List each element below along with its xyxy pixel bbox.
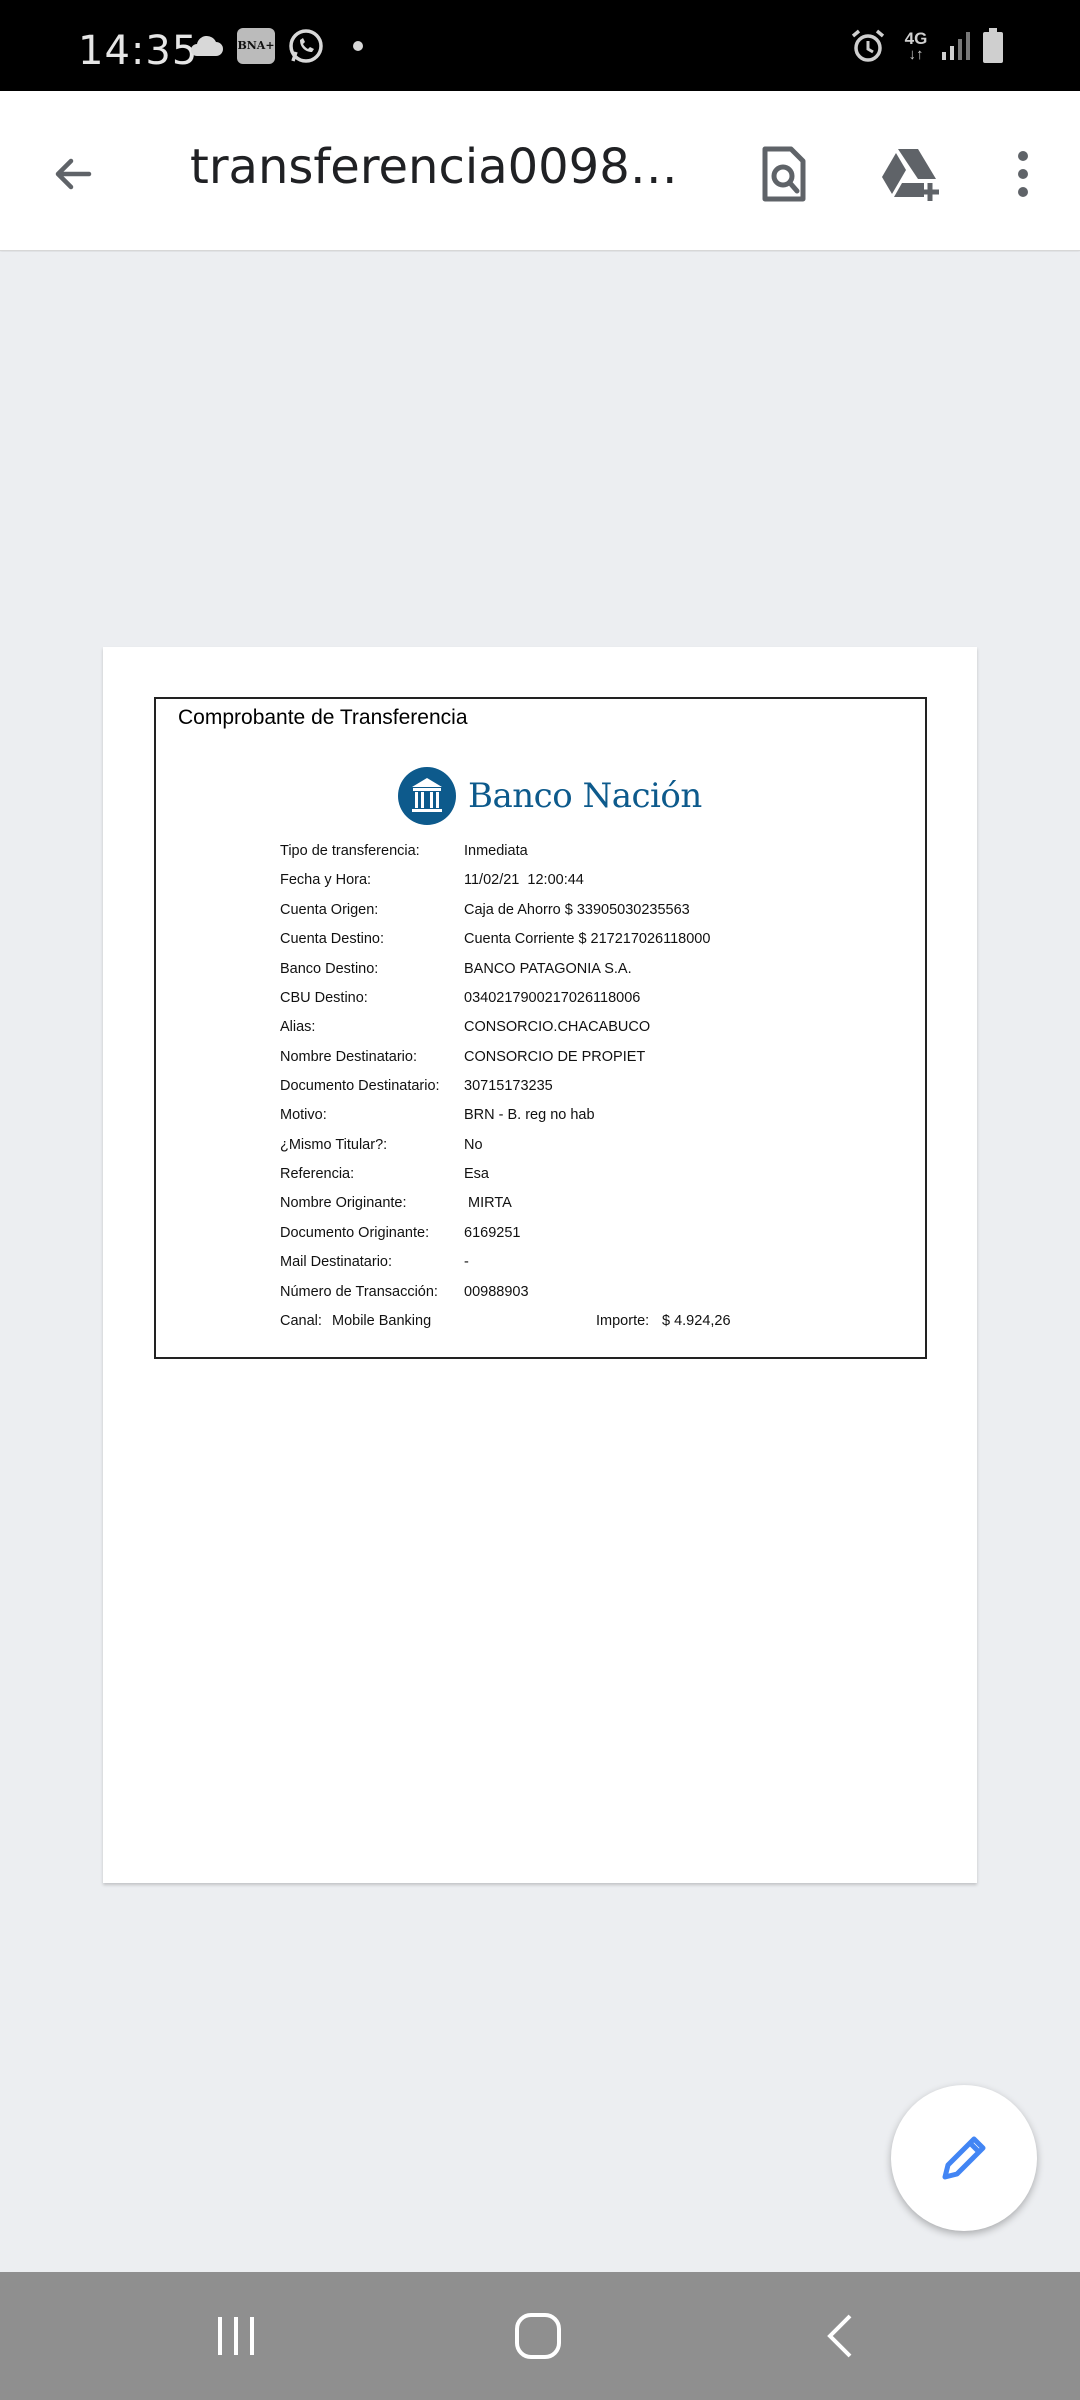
find-in-document-button[interactable] [741,131,827,217]
importe-label: Importe: [596,1313,650,1329]
row-value: Cuenta Corriente $ 217217026118000 [464,931,711,947]
whatsapp-icon [286,0,326,91]
row-label: Documento Destinatario: [280,1078,440,1094]
edit-fab-button[interactable] [891,2085,1037,2231]
row-value: Inmediata [464,843,528,859]
row-value: 00988903 [464,1284,529,1300]
add-to-drive-button[interactable] [866,131,952,217]
row-value: No [464,1137,483,1153]
data-arrows-icon: ↓↑ [908,45,924,63]
pdf-viewer[interactable]: Comprobante de Transferencia Banco Nació… [0,252,1080,2272]
row-label: Cuenta Origen: [280,902,379,918]
arrow-back-icon [55,158,92,190]
signal-icon [936,0,976,91]
bank-name: Banco Nación [468,776,702,816]
edit-pencil-icon [942,2136,986,2180]
row-label: Motivo: [280,1107,327,1123]
row-value: CONSORCIO.CHACABUCO [464,1019,651,1035]
battery-icon [978,0,1008,91]
bna-app-icon: BNA+ [236,0,276,91]
canal-value: Mobile Banking [332,1313,432,1329]
receipt-heading: Comprobante de Transferencia [178,706,468,729]
more-options-icon [1018,151,1028,197]
navigation-bar [0,2272,1080,2400]
row-value: MIRTA [464,1195,512,1211]
status-bar: 14:35 BNA+ 4G ↓↑ [0,0,1080,91]
importe-value: $ 4.924,26 [662,1313,731,1329]
recent-apps-button[interactable] [176,2294,296,2378]
cloud-icon [186,0,226,91]
row-label: Documento Originante: [280,1225,430,1241]
row-label: Referencia: [280,1166,355,1182]
row-label: ¿Mismo Titular?: [280,1137,388,1153]
back-button[interactable] [30,131,116,217]
bank-building-icon [398,767,456,825]
document-title: transferencia00988... [190,139,690,195]
row-label: Número de Transacción: [280,1284,438,1300]
add-to-drive-icon [882,149,939,201]
row-label: CBU Destino: [280,990,368,1006]
row-label: Nombre Destinatario: [280,1049,417,1065]
canal-label: Canal: [280,1313,322,1329]
bna-badge: BNA+ [237,27,275,64]
more-options-button[interactable] [980,131,1066,217]
network-4g-icon: 4G ↓↑ [896,0,936,91]
home-button[interactable] [478,2294,598,2378]
row-label: Tipo de transferencia: [280,843,420,859]
find-in-document-icon [762,146,806,202]
bank-logo: Banco Nación [398,765,702,827]
row-label: Fecha y Hora: [280,872,372,888]
row-value: 6169251 [464,1225,521,1241]
row-value: Caja de Ahorro $ 33905030235563 [464,902,690,918]
dot-icon [348,0,368,91]
row-value: 0340217900217026118006 [464,990,641,1006]
row-label: Alias: [280,1019,316,1035]
row-label: Nombre Originante: [280,1195,407,1211]
row-value: BRN - B. reg no hab [464,1107,595,1123]
back-nav-icon [827,2314,852,2358]
row-value: 30715173235 [464,1078,553,1094]
row-value: 11/02/21 12:00:44 [464,872,584,888]
status-time: 14:35 [78,28,199,74]
row-label: Mail Destinatario: [280,1254,393,1270]
row-value: CONSORCIO DE PROPIET [464,1049,646,1065]
row-value: - [464,1254,469,1270]
row-value: Esa [464,1166,489,1182]
app-bar: transferencia00988... [0,91,1080,251]
alarm-icon [846,0,890,91]
recent-apps-icon [218,2317,254,2355]
network-label: 4G [904,28,928,48]
home-icon [515,2313,561,2359]
receipt-box: Comprobante de Transferencia Banco Nació… [154,697,927,1359]
row-value: BANCO PATAGONIA S.A. [464,961,632,977]
row-label: Cuenta Destino: [280,931,384,947]
pdf-page: Comprobante de Transferencia Banco Nació… [103,647,977,1883]
row-label: Banco Destino: [280,961,379,977]
back-nav-button[interactable] [780,2294,900,2378]
